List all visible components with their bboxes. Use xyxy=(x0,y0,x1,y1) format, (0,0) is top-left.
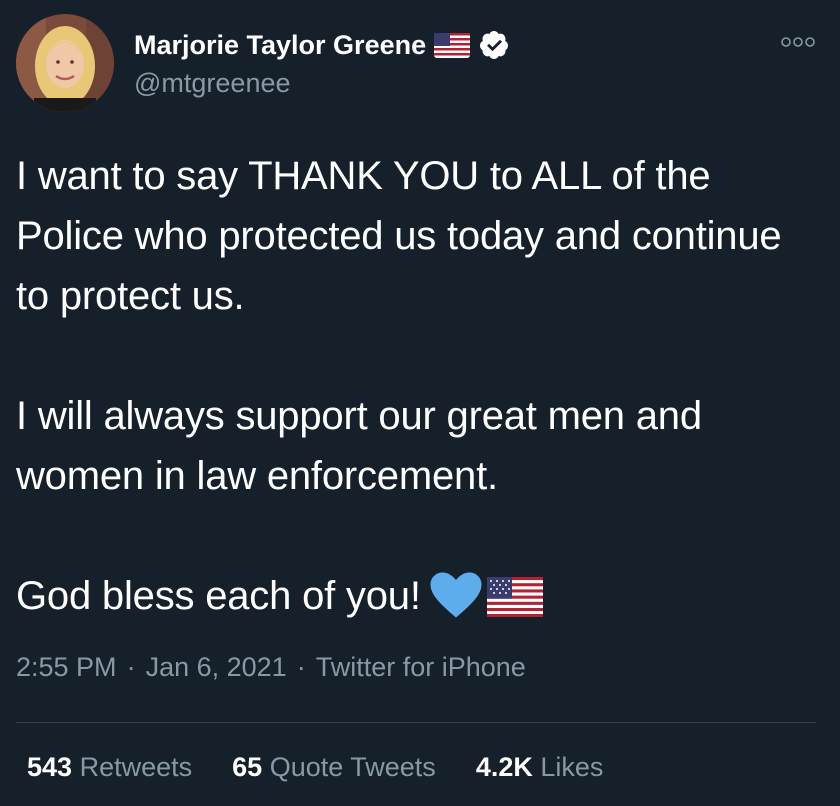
author-handle[interactable]: @mtgreenee xyxy=(134,68,291,99)
divider xyxy=(16,722,816,723)
author-name-row: Marjorie Taylor Greene xyxy=(134,28,510,62)
quote-tweets-stat[interactable]: 65 Quote Tweets xyxy=(232,752,436,783)
avatar-photo xyxy=(16,14,114,112)
tweet-paragraph: I will always support our great men and … xyxy=(16,394,702,498)
more-options-button[interactable] xyxy=(778,30,818,54)
tweet-source[interactable]: Twitter for iPhone xyxy=(316,652,526,682)
author-display-name[interactable]: Marjorie Taylor Greene xyxy=(134,30,426,61)
tweet-paragraph: I want to say THANK YOU to ALL of the Po… xyxy=(16,154,782,318)
likes-count: 4.2K xyxy=(475,752,533,782)
blue-heart-emoji-icon xyxy=(430,572,482,618)
tweet-time[interactable]: 2:55 PM xyxy=(16,652,117,682)
more-options-icon xyxy=(781,37,815,47)
verified-badge-icon xyxy=(480,31,509,59)
likes-label: Likes xyxy=(540,752,604,782)
retweets-stat[interactable]: 543 Retweets xyxy=(27,752,192,783)
us-flag-icon xyxy=(486,577,543,617)
tweet-paragraph-last: God bless each of you! xyxy=(16,566,816,626)
us-flag-icon xyxy=(434,32,471,58)
tweet-meta: 2:55 PM · Jan 6, 2021 · Twitter for iPhone xyxy=(16,652,526,683)
likes-stat[interactable]: 4.2K Likes xyxy=(476,752,604,783)
quote-tweets-count: 65 xyxy=(232,752,263,782)
tweet-paragraph-text: God bless each of you! xyxy=(16,574,421,618)
tweet-date[interactable]: Jan 6, 2021 xyxy=(146,652,287,682)
meta-separator: · xyxy=(126,652,136,682)
retweets-label: Retweets xyxy=(79,752,193,782)
quote-tweets-label: Quote Tweets xyxy=(269,752,436,782)
retweets-count: 543 xyxy=(27,752,73,782)
meta-separator: · xyxy=(296,652,306,682)
avatar[interactable] xyxy=(16,14,114,112)
tweet-stats: 543 Retweets 65 Quote Tweets 4.2K Likes xyxy=(27,752,603,783)
tweet-text: I want to say THANK YOU to ALL of the Po… xyxy=(16,146,816,626)
